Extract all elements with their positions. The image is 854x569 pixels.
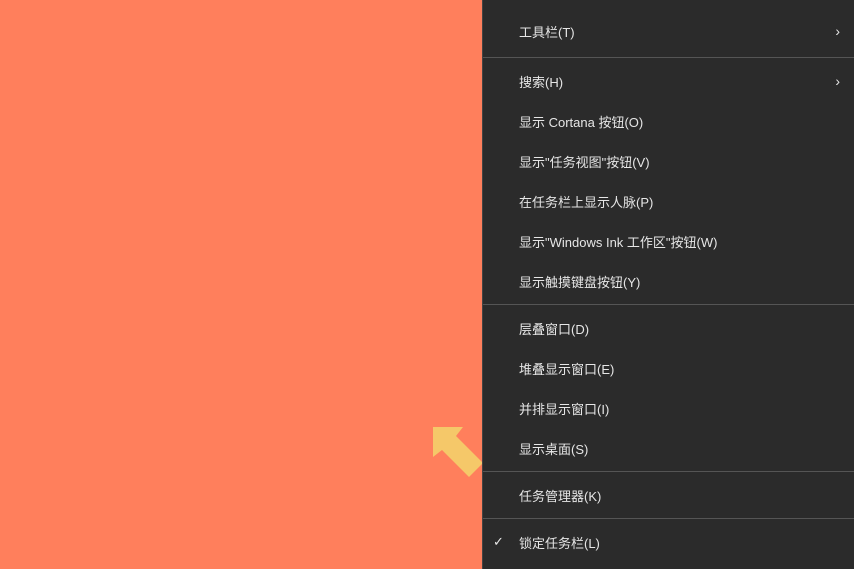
menu-item-show-desktop[interactable]: 显示桌面(S): [483, 428, 854, 468]
menu-item-cascade[interactable]: 层叠窗口(D): [483, 308, 854, 348]
menu-item-task-view[interactable]: 显示"任务视图"按钮(V): [483, 141, 854, 181]
menu-item-label: 工具栏(T): [519, 22, 835, 41]
menu-separator: [483, 471, 854, 472]
menu-item-cortana[interactable]: 显示 Cortana 按钮(O): [483, 101, 854, 141]
menu-item-touch-keyboard[interactable]: 显示触摸键盘按钮(Y): [483, 261, 854, 301]
taskbar-context-menu: 工具栏(T) › 搜索(H) › 显示 Cortana 按钮(O) 显示"任务视…: [482, 0, 854, 569]
menu-item-label: 显示桌面(S): [519, 439, 840, 458]
menu-item-label: 显示"Windows Ink 工作区"按钮(W): [519, 232, 840, 251]
menu-item-people[interactable]: 在任务栏上显示人脉(P): [483, 181, 854, 221]
menu-item-label: 并排显示窗口(I): [519, 399, 840, 418]
menu-item-label: 堆叠显示窗口(E): [519, 359, 840, 378]
menu-item-label: 层叠窗口(D): [519, 319, 840, 338]
menu-item-windows-ink[interactable]: 显示"Windows Ink 工作区"按钮(W): [483, 221, 854, 261]
menu-item-stacked[interactable]: 堆叠显示窗口(E): [483, 348, 854, 388]
chevron-right-icon: ›: [835, 73, 840, 89]
menu-item-toolbars[interactable]: 工具栏(T) ›: [483, 0, 854, 54]
chevron-right-icon: ›: [835, 23, 840, 39]
annotation-arrow: [428, 422, 488, 482]
menu-item-task-manager[interactable]: 任务管理器(K): [483, 475, 854, 515]
menu-item-label: 显示"任务视图"按钮(V): [519, 152, 840, 171]
menu-item-label: 在任务栏上显示人脉(P): [519, 192, 840, 211]
menu-item-label: 搜索(H): [519, 72, 835, 91]
menu-item-label: 显示触摸键盘按钮(Y): [519, 272, 840, 291]
menu-item-label: 任务管理器(K): [519, 486, 840, 505]
menu-separator: [483, 304, 854, 305]
menu-item-label: 锁定任务栏(L): [519, 533, 840, 552]
menu-item-side-by-side[interactable]: 并排显示窗口(I): [483, 388, 854, 428]
menu-separator: [483, 518, 854, 519]
check-icon: ✓: [493, 534, 504, 550]
menu-item-label: 显示 Cortana 按钮(O): [519, 112, 840, 131]
menu-item-search[interactable]: 搜索(H) ›: [483, 61, 854, 101]
menu-item-lock-taskbar[interactable]: ✓ 锁定任务栏(L): [483, 522, 854, 562]
menu-separator: [483, 57, 854, 58]
